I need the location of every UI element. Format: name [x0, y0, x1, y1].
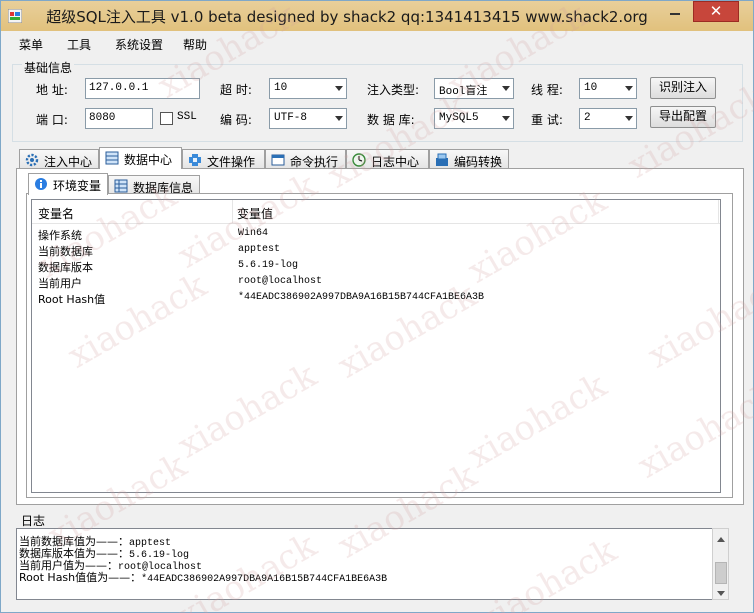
identify-injection-button[interactable]: 识别注入: [650, 77, 716, 99]
log-line-label: Root Hash值值为——：: [19, 571, 142, 584]
clock-icon: [352, 153, 366, 167]
menu-item-menu[interactable]: 菜单: [19, 36, 43, 53]
menu-bar: 菜单 工具 系统设置 帮助: [1, 33, 753, 53]
info-icon: [35, 178, 47, 190]
table-row[interactable]: 当前用户 root@localhost: [32, 274, 720, 290]
tab-data-center[interactable]: 数据中心: [99, 147, 182, 169]
timeout-select[interactable]: 10: [269, 78, 347, 99]
menu-item-tools[interactable]: 工具: [67, 36, 91, 53]
chevron-down-icon: [625, 116, 633, 121]
column-separator[interactable]: [718, 200, 719, 224]
gear-icon: [25, 153, 39, 167]
log-scrollbar[interactable]: [712, 528, 729, 600]
encoding-select[interactable]: UTF-8: [269, 108, 347, 129]
title-bar[interactable]: 超级SQL注入工具 v1.0 beta designed by shack2 q…: [1, 1, 753, 31]
encoding-value: UTF-8: [274, 112, 308, 124]
menu-item-help[interactable]: 帮助: [183, 36, 207, 53]
scroll-thumb[interactable]: [715, 562, 727, 584]
var-value-cell: *44EADC386902A997DBA9A16B15B744CFA1BE6A3…: [238, 292, 485, 303]
var-name-cell: 当前数据库: [38, 245, 93, 258]
database-select[interactable]: MySQL5: [434, 108, 514, 129]
threads-select[interactable]: 10: [579, 78, 637, 99]
window-icon: [271, 154, 285, 166]
address-label: 地 址:: [36, 83, 68, 97]
tab-log-center[interactable]: 日志中心: [346, 149, 429, 169]
var-name-cell: 当前用户: [38, 277, 82, 290]
table-row[interactable]: 当前数据库 apptest: [32, 242, 720, 258]
file-plus-icon: [189, 154, 201, 166]
port-input[interactable]: 8080: [85, 108, 153, 129]
chevron-down-icon: [502, 116, 510, 121]
column-header-name[interactable]: 变量名: [38, 205, 74, 222]
encoding-label: 编 码:: [220, 113, 252, 127]
inject-type-value: Bool盲注: [439, 86, 488, 98]
basic-info-group: [12, 64, 743, 142]
retry-value: 2: [584, 112, 591, 124]
ssl-label: SSL: [177, 111, 197, 123]
var-value-cell: apptest: [238, 244, 281, 255]
var-value-cell: 5.6.19-log: [238, 260, 299, 271]
log-line: Root Hash值值为——：*44EADC386902A997DBA9A16B…: [19, 569, 387, 585]
chevron-down-icon: [335, 86, 343, 91]
tab-encoding-convert[interactable]: 编码转换: [429, 149, 509, 169]
inject-type-select[interactable]: Bool盲注: [434, 78, 514, 99]
var-name-cell: 操作系统: [38, 229, 82, 242]
tab-label: 数据中心: [124, 153, 173, 167]
basic-info-legend: 基础信息: [22, 59, 75, 76]
column-header-value[interactable]: 变量值: [237, 205, 273, 222]
database-icon: [105, 151, 119, 165]
ssl-checkbox[interactable]: [160, 112, 173, 125]
column-separator[interactable]: [232, 200, 233, 224]
menu-item-settings[interactable]: 系统设置: [115, 36, 163, 53]
threads-label: 线 程:: [531, 83, 563, 97]
env-vars-table[interactable]: 变量名 变量值 操作系统 Win64 当前数据库 apptest 数据库版本 5…: [31, 199, 721, 493]
subtab-database-info[interactable]: 数据库信息: [108, 175, 200, 195]
table-icon: [114, 179, 128, 193]
log-line-value: *44EADC386902A997DBA9A16B15B744CFA1BE6A3…: [141, 574, 388, 585]
port-label: 端 口:: [36, 113, 68, 127]
close-button[interactable]: ✕: [693, 1, 739, 22]
tab-label: 环境变量: [53, 179, 102, 193]
window-title: 超级SQL注入工具 v1.0 beta designed by shack2 q…: [46, 8, 648, 26]
export-config-button[interactable]: 导出配置: [650, 106, 716, 128]
inject-type-label: 注入类型:: [367, 83, 420, 97]
retry-select[interactable]: 2: [579, 108, 637, 129]
var-value-cell: Win64: [238, 228, 269, 239]
timeout-value: 10: [274, 82, 288, 94]
subtab-env-vars[interactable]: 环境变量: [28, 173, 108, 195]
tab-file-operations[interactable]: 文件操作: [182, 149, 265, 169]
scroll-up-icon[interactable]: [717, 537, 725, 542]
threads-value: 10: [584, 82, 598, 94]
scroll-down-icon[interactable]: [717, 591, 725, 596]
database-value: MySQL5: [439, 112, 479, 124]
table-row[interactable]: 操作系统 Win64: [32, 226, 720, 242]
tab-command-exec[interactable]: 命令执行: [265, 149, 346, 169]
chevron-down-icon: [625, 86, 633, 91]
var-name-cell: Root Hash值: [38, 293, 106, 306]
log-label: 日志: [21, 514, 46, 528]
convert-icon: [436, 153, 448, 166]
minimize-button[interactable]: [661, 1, 689, 21]
timeout-label: 超 时:: [220, 83, 252, 97]
table-header: 变量名 变量值: [32, 200, 720, 224]
var-value-cell: root@localhost: [238, 276, 323, 287]
tab-injection-center[interactable]: 注入中心: [19, 149, 99, 169]
database-label: 数 据 库:: [367, 113, 415, 127]
chevron-down-icon: [502, 86, 510, 91]
table-row[interactable]: Root Hash值 *44EADC386902A997DBA9A16B15B7…: [32, 290, 720, 306]
chevron-down-icon: [335, 116, 343, 121]
app-window: 超级SQL注入工具 v1.0 beta designed by shack2 q…: [0, 0, 754, 613]
var-name-cell: 数据库版本: [38, 261, 93, 274]
log-textarea[interactable]: 当前数据库值为——：apptest 数据库版本值为——：5.6.19-log 当…: [16, 528, 729, 600]
retry-label: 重 试:: [531, 113, 563, 127]
address-input[interactable]: 127.0.0.1: [85, 78, 200, 99]
table-row[interactable]: 数据库版本 5.6.19-log: [32, 258, 720, 274]
